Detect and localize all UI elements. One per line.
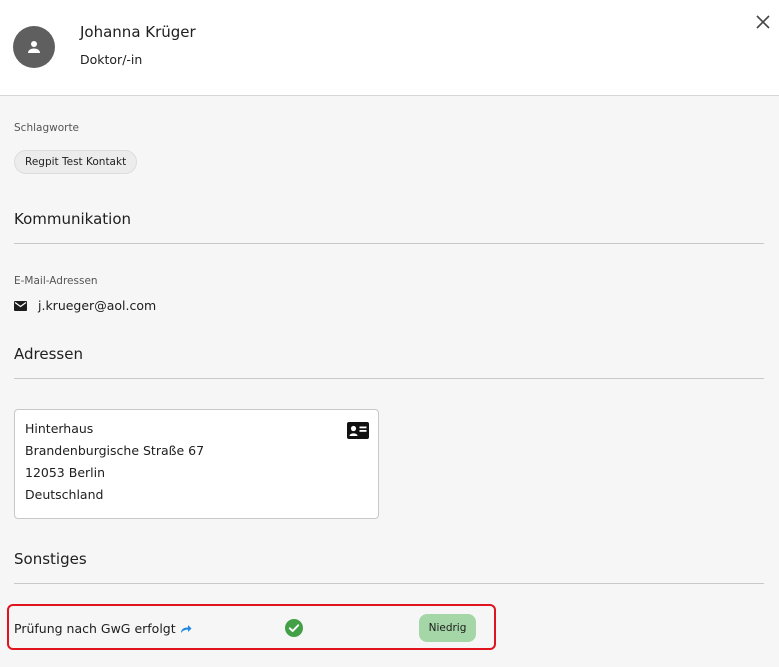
address-line: Hinterhaus	[25, 421, 94, 436]
section-title-other: Sonstiges	[14, 550, 87, 568]
avatar	[13, 26, 55, 68]
address-line: Brandenburgische Straße 67	[25, 443, 205, 458]
divider	[14, 378, 764, 379]
risk-level-badge: Niedrig	[419, 614, 476, 642]
section-title-addresses: Adressen	[14, 345, 83, 363]
gwg-label: Prüfung nach GwG erfolgt	[14, 621, 176, 636]
share-arrow-icon[interactable]	[180, 624, 192, 634]
gwg-check-row: Prüfung nach GwG erfolgt	[14, 621, 192, 636]
email-link[interactable]: j.krueger@aol.com	[38, 298, 156, 313]
email-row: j.krueger@aol.com	[14, 298, 156, 313]
email-label: E-Mail-Adressen	[14, 275, 98, 287]
close-button[interactable]	[752, 11, 774, 33]
contact-role: Doktor/-in	[80, 52, 143, 67]
close-icon	[756, 15, 770, 29]
tags-label: Schlagworte	[14, 122, 80, 134]
tag-chip[interactable]: Regpit Test Kontakt	[14, 150, 138, 174]
mail-icon	[14, 300, 27, 311]
address-line: 12053 Berlin	[25, 465, 106, 480]
section-title-communication: Kommunikation	[14, 210, 132, 228]
divider	[14, 243, 764, 244]
address-card[interactable]: Hinterhaus Brandenburgische Straße 67 12…	[14, 409, 379, 519]
contact-card-icon[interactable]	[347, 422, 369, 439]
divider	[14, 583, 764, 584]
check-circle-icon	[285, 619, 303, 637]
contact-header: Johanna Krüger Doktor/-in	[0, 0, 779, 96]
address-line: Deutschland	[25, 487, 104, 502]
person-icon	[28, 41, 40, 53]
contact-name: Johanna Krüger	[80, 23, 196, 41]
